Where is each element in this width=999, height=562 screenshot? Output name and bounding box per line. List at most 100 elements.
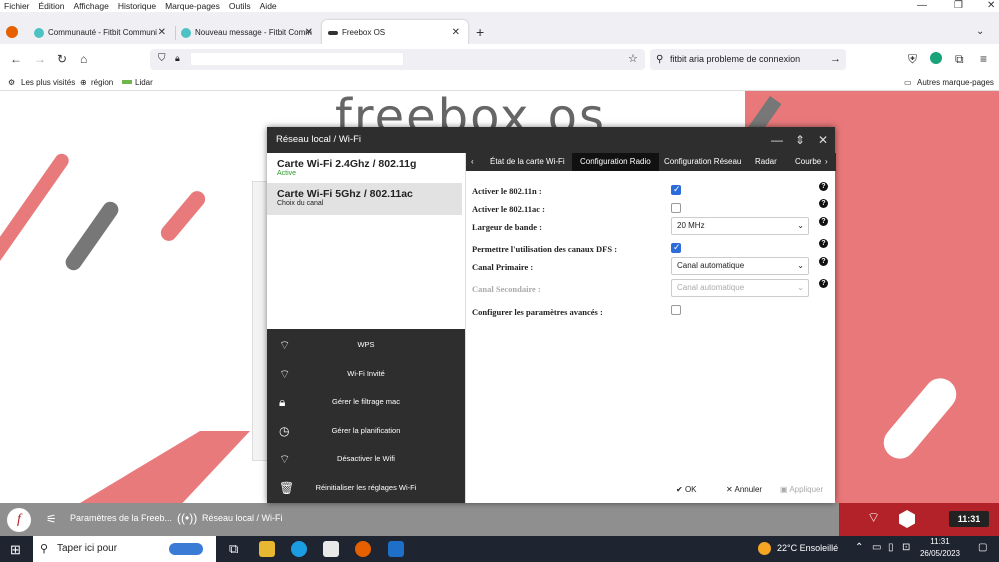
close-tab-icon[interactable]: ✕ — [305, 20, 313, 46]
apply-button[interactable]: ▣ Appliquer — [780, 484, 823, 496]
minimize-window-icon[interactable]: — — [771, 127, 783, 153]
cancel-button[interactable]: ✕ Annuler — [726, 484, 762, 496]
list-tabs-icon[interactable]: ⌄ — [976, 26, 984, 37]
checkbox-dfs[interactable] — [671, 242, 681, 253]
card-status: Choix du canal — [277, 200, 324, 207]
menu-marque-pages[interactable]: Marque-pages — [165, 1, 220, 11]
menu-affichage[interactable]: Affichage — [74, 1, 109, 11]
maximize-window-icon[interactable]: ⇕ — [795, 127, 805, 153]
home-icon[interactable]: ⌂ — [80, 52, 87, 66]
lock-icon[interactable]: 🔒︎ — [175, 53, 180, 64]
taskbar-time[interactable]: 11:31 — [919, 537, 961, 546]
action-wps[interactable]: ⌔ WPS — [267, 331, 465, 359]
tab-label: Communauté - Fitbit Communi — [48, 28, 157, 37]
battery-icon[interactable]: ▯ — [888, 542, 894, 553]
help-icon[interactable]: ? — [819, 182, 828, 191]
window-titlebar[interactable]: Réseau local / Wi-Fi — ⇕ ✕ — [267, 127, 835, 153]
help-icon[interactable]: ? — [819, 217, 828, 226]
help-icon[interactable]: ? — [819, 199, 828, 208]
action-reset-wifi[interactable]: 🗑︎ Réinitialiser les réglages Wi-Fi — [267, 474, 465, 502]
checkbox-enable-n[interactable] — [671, 184, 681, 195]
checkbox-advanced[interactable] — [671, 305, 681, 315]
menu-edition[interactable]: Édition — [39, 1, 65, 11]
minimize-icon[interactable]: — — [917, 0, 927, 12]
checkbox-enable-ac[interactable] — [671, 203, 681, 213]
close-window-icon[interactable]: ✕ — [818, 127, 828, 153]
shield-icon[interactable]: ⛉ — [158, 53, 166, 64]
bookmark-star-icon[interactable]: ☆ — [628, 52, 638, 65]
restore-icon[interactable]: ❐ — [954, 0, 963, 12]
close-window-icon[interactable]: ✕ — [987, 0, 995, 12]
forward-icon[interactable]: → — [34, 52, 46, 66]
select-bandwidth[interactable]: 20 MHz ⌄ — [671, 217, 809, 235]
new-tab-icon[interactable]: + — [476, 24, 484, 40]
menu-bar: Fichier Édition Affichage Historique Marque-… — [0, 0, 999, 12]
action-disable-wifi[interactable]: ⌔ Désactiver le Wifi — [267, 445, 465, 473]
menu-historique[interactable]: Historique — [118, 1, 156, 11]
select-primary-channel[interactable]: Canal automatique ⌄ — [671, 257, 809, 275]
subtab-network[interactable]: Configuration Réseau — [656, 153, 749, 171]
network-icon[interactable]: ⊡ — [902, 542, 910, 553]
bookmark-most-visited[interactable]: Les plus visités — [21, 74, 75, 91]
help-icon[interactable]: ? — [819, 257, 828, 266]
action-schedule[interactable]: ◷ Gérer la planification — [267, 417, 465, 445]
file-explorer-icon[interactable] — [259, 541, 275, 557]
windows-search-input[interactable]: ⚲ Taper ici pour — [33, 536, 216, 562]
tab-fitbit-community[interactable]: Communauté - Fitbit Communi ✕ — [28, 20, 174, 46]
url-input[interactable] — [190, 52, 404, 66]
bookmark-other[interactable]: Autres marque-pages — [917, 74, 994, 91]
help-icon[interactable]: ? — [819, 279, 828, 288]
search-input[interactable]: ⚲ fitbit aria probleme de connexion → — [650, 49, 846, 70]
tray-chevron-icon[interactable]: ⌃ — [855, 542, 863, 553]
edge-icon[interactable] — [291, 541, 307, 557]
reload-icon[interactable]: ↻ — [57, 52, 67, 66]
camera-icon[interactable]: ▭ — [872, 542, 881, 553]
menu-aide[interactable]: Aide — [260, 1, 277, 11]
menu-fichier[interactable]: Fichier — [4, 1, 30, 11]
action-guest-wifi[interactable]: ⌔ Wi-Fi Invité — [267, 360, 465, 388]
help-icon[interactable]: ? — [819, 239, 828, 248]
bookmark-region[interactable]: région — [91, 74, 113, 91]
notification-icon[interactable]: ▢ — [978, 542, 987, 553]
subtab-state[interactable]: État de la carte Wi-Fi — [482, 153, 573, 171]
store-icon[interactable] — [323, 541, 339, 557]
windows-start-icon[interactable]: ⊞ — [10, 542, 21, 558]
extension-icon[interactable] — [930, 52, 942, 64]
subtab-radio[interactable]: Configuration Radio — [572, 153, 659, 171]
tab-freebox-os[interactable]: Freebox OS ✕ — [322, 20, 468, 46]
wifi-icon[interactable]: ⌔ — [867, 509, 880, 527]
close-tab-icon[interactable]: ✕ — [158, 20, 166, 46]
card-item-24ghz[interactable]: Carte Wi-Fi 2.4Ghz / 802.11g Active — [267, 153, 462, 185]
ok-button[interactable]: ✔ OK — [676, 484, 697, 496]
extensions-icon[interactable]: ⧉ — [955, 52, 964, 67]
label-advanced: Configurer les paramètres avancés : — [472, 307, 603, 317]
search-value: fitbit aria probleme de connexion — [670, 54, 801, 64]
freebox-logo-icon[interactable]: f — [7, 508, 31, 532]
app-menu-icon[interactable]: ≡ — [980, 52, 987, 66]
subtab-next-icon[interactable]: › — [821, 153, 832, 171]
close-tab-icon[interactable]: ✕ — [452, 20, 460, 46]
hexagon-icon[interactable] — [899, 510, 915, 528]
select-secondary-channel[interactable]: Canal automatique ⌄ — [671, 279, 809, 297]
action-mac-filter[interactable]: 🔒︎ Gérer le filtrage mac — [267, 388, 465, 416]
label-bandwidth: Largeur de bande : — [472, 222, 542, 232]
menu-outils[interactable]: Outils — [229, 1, 251, 11]
tab-bar: Communauté - Fitbit Communi ✕ Nouveau me… — [0, 12, 999, 46]
taskbar-item-wifi[interactable]: Réseau local / Wi-Fi — [202, 513, 283, 523]
fitbit-icon — [181, 28, 191, 38]
mail-icon[interactable] — [388, 541, 404, 557]
subtab-prev-icon[interactable]: ‹ — [466, 153, 479, 171]
card-item-5ghz[interactable]: Carte Wi-Fi 5Ghz / 802.11ac Choix du can… — [267, 183, 462, 215]
task-view-icon[interactable]: ⧉ — [229, 541, 238, 557]
taskbar-date[interactable]: 26/05/2023 — [919, 549, 961, 558]
firefox-icon[interactable] — [355, 541, 371, 557]
pocket-icon[interactable]: ⛨ — [908, 52, 917, 67]
back-icon[interactable]: ← — [10, 52, 22, 66]
search-go-icon[interactable]: → — [830, 49, 841, 70]
firefox-menu-icon[interactable] — [6, 26, 18, 38]
subtab-radar[interactable]: Radar — [747, 153, 785, 171]
weather-label[interactable]: 22°C Ensoleillé — [777, 543, 838, 553]
bookmark-lidar[interactable]: Lidar — [135, 74, 153, 91]
taskbar-item-settings[interactable]: Paramètres de la Freeb... — [70, 513, 172, 523]
tab-fitbit-message[interactable]: Nouveau message - Fitbit Comm ✕ — [175, 20, 321, 46]
